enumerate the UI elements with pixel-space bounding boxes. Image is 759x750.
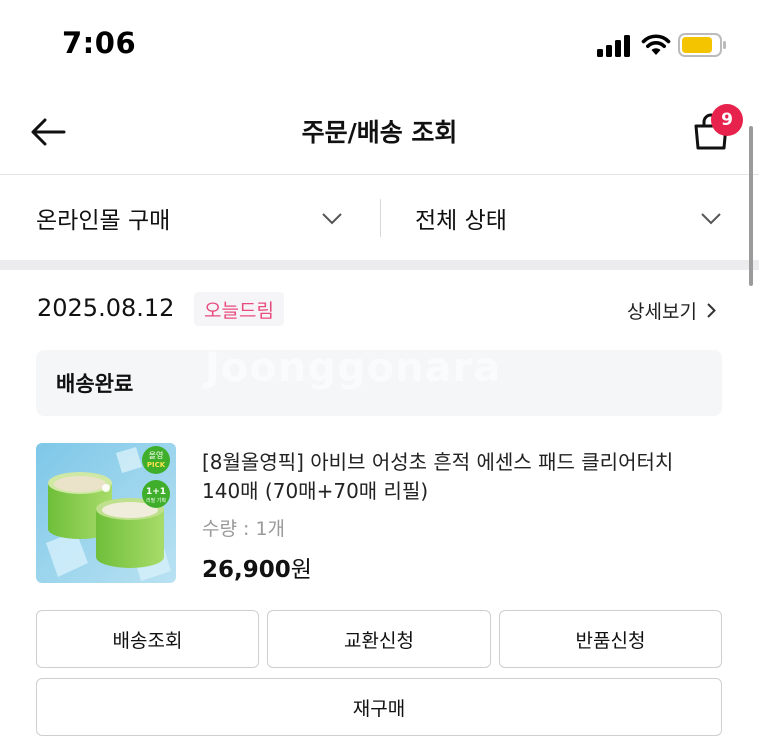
cellular-signal-icon [597, 35, 633, 61]
status-time: 7:06 [62, 26, 137, 60]
purchase-type-label: 온라인몰 구매 [36, 208, 171, 234]
chevron-down-icon [701, 210, 721, 229]
reorder-button[interactable]: 재구매 [36, 678, 722, 736]
section-separator [0, 260, 759, 270]
order-detail-link[interactable]: 상세보기 [627, 297, 716, 324]
delivery-status: 배송완료 [56, 372, 134, 396]
product-name[interactable]: [8월올영픽] 아비브 어성초 흔적 에센스 패드 클리어터치 140매 (70… [202, 448, 682, 506]
price-amount: 26,900 [202, 557, 291, 583]
page-title: 주문/배송 조회 [301, 118, 458, 147]
filter-divider [380, 199, 381, 237]
status-filter[interactable]: 전체 상태 [415, 176, 721, 260]
order-detail-label: 상세보기 [627, 301, 697, 323]
thumb-badge-line1: 올영 [149, 450, 164, 460]
cart-count-badge: 9 [711, 104, 743, 136]
track-delivery-button[interactable]: 배송조회 [36, 610, 259, 668]
price-currency: 원 [290, 557, 312, 583]
scrollbar[interactable] [749, 126, 753, 286]
thumb-promo-line1: 1+1 [146, 487, 166, 497]
watermark-text: Joonggonara [205, 345, 502, 391]
battery-icon [678, 33, 726, 57]
wifi-icon [641, 33, 671, 61]
exchange-request-button[interactable]: 교환신청 [267, 610, 491, 668]
product-price: 26,900원 [202, 550, 312, 584]
header-divider [0, 174, 759, 175]
thumb-promo-line2: 리필 기획 [146, 497, 166, 504]
delivery-type-tag: 오늘드림 [194, 292, 284, 326]
chevron-right-icon [707, 303, 716, 318]
status-filter-label: 전체 상태 [415, 208, 507, 234]
order-date: 2025.08.12 [37, 294, 175, 322]
chevron-down-icon [322, 210, 342, 229]
return-request-button[interactable]: 반품신청 [499, 610, 722, 668]
product-thumbnail[interactable]: 올영 PICK 1+1 리필 기획 [36, 443, 176, 583]
thumb-badge-line2: PICK [147, 461, 166, 469]
product-quantity: 수량 : 1개 [202, 518, 286, 540]
purchase-type-filter[interactable]: 온라인몰 구매 [36, 176, 342, 260]
